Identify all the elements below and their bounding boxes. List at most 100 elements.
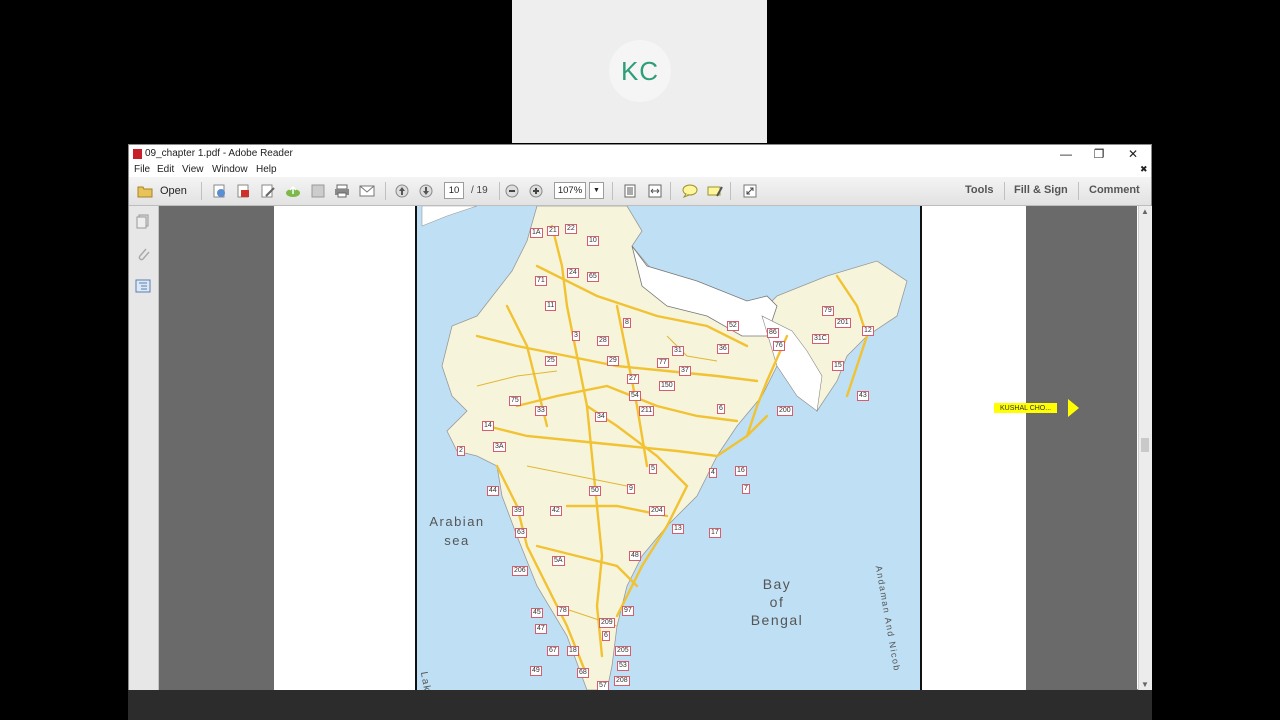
toolbar-divider (1078, 182, 1079, 200)
highway-number-label: 1A (530, 228, 543, 238)
highway-number-label: 24 (567, 268, 579, 278)
highway-number-label: 7 (742, 484, 750, 494)
page-thumbnails-icon[interactable] (136, 214, 150, 235)
scroll-down-chevron-icon[interactable]: ▼ (1141, 680, 1149, 689)
menu-window[interactable]: Window (212, 164, 248, 175)
highway-number-label: 65 (587, 272, 599, 282)
highway-number-label: 47 (535, 624, 547, 634)
pakistan-region (421, 206, 478, 227)
highway-number-label: 76 (773, 341, 785, 351)
highway-number-label: 27 (627, 374, 639, 384)
highway-number-label: 22 (565, 224, 577, 234)
highway-number-label: 53 (617, 661, 629, 671)
highway-number-label: 97 (622, 606, 634, 616)
zoom-level-input[interactable]: 107% (554, 182, 586, 199)
pdf-page: Arabian sea Bay of Bengal Lakshdw Andama… (274, 206, 1026, 690)
highway-number-label: 50 (589, 486, 601, 496)
highway-number-label: 49 (530, 666, 542, 676)
zoom-dropdown-chevron-down-icon[interactable]: ▼ (589, 182, 604, 199)
menu-view[interactable]: View (182, 164, 204, 175)
next-page-icon[interactable] (418, 183, 434, 199)
highway-number-label: 205 (615, 646, 631, 656)
create-pdf-icon[interactable] (211, 183, 227, 199)
map-label-sea: sea (444, 533, 470, 548)
comment-pane-link[interactable]: Comment (1089, 184, 1140, 196)
highway-number-label: 37 (679, 366, 691, 376)
bookmarks-icon[interactable] (135, 279, 151, 298)
highway-number-label: 39 (512, 506, 524, 516)
restore-button[interactable]: ❐ (1082, 145, 1116, 163)
highway-number-label: 75 (509, 396, 521, 406)
document-viewport[interactable]: Arabian sea Bay of Bengal Lakshdw Andama… (159, 206, 1137, 690)
highway-number-label: 79 (822, 306, 834, 316)
highlight-text-icon[interactable] (707, 183, 723, 199)
vertical-scrollbar[interactable]: ▲ ▼ (1138, 206, 1152, 690)
toolbar-divider (201, 182, 202, 200)
highway-number-label: 208 (614, 676, 630, 686)
highway-number-label: 48 (629, 551, 641, 561)
scrollbar-thumb[interactable] (1141, 438, 1149, 452)
highway-number-label: 13 (672, 524, 684, 534)
highway-number-label: 36 (717, 344, 729, 354)
highway-number-label: 3A (493, 442, 506, 452)
page-number-input[interactable]: 10 (444, 182, 464, 199)
remote-pointer-arrow-icon (1068, 399, 1079, 417)
zoom-in-icon[interactable] (528, 183, 544, 199)
pdf-app-icon (133, 149, 142, 159)
highway-number-label: 2 (457, 446, 465, 456)
menu-file[interactable]: File (134, 164, 150, 175)
toolbar: Open 10 / 19 107% ▼ Tools Fill & Sign Co… (129, 177, 1151, 206)
toolbar-divider (1004, 182, 1005, 200)
edit-pdf-icon[interactable] (260, 183, 276, 199)
highway-number-label: 31C (812, 334, 829, 344)
highway-number-label: 3 (572, 331, 580, 341)
cloud-upload-icon[interactable] (285, 183, 301, 199)
highway-number-label: 57 (597, 681, 609, 690)
tools-pane-link[interactable]: Tools (965, 184, 994, 196)
highway-number-label: 31 (672, 346, 684, 356)
highway-number-label: 34 (595, 412, 607, 422)
fit-width-icon[interactable] (647, 183, 663, 199)
title-bar: 09_chapter 1.pdf - Adobe Reader — ❐ ✕ (129, 145, 1151, 163)
menu-help[interactable]: Help (256, 164, 277, 175)
folder-icon[interactable] (137, 183, 153, 199)
reader-window: 09_chapter 1.pdf - Adobe Reader — ❐ ✕ Fi… (128, 144, 1152, 690)
highway-number-label: 4 (709, 468, 717, 478)
zoom-out-icon[interactable] (504, 183, 520, 199)
highway-number-label: 10 (587, 236, 599, 246)
highway-number-label: 63 (515, 528, 527, 538)
email-icon[interactable] (359, 183, 375, 199)
close-button[interactable]: ✕ (1116, 145, 1150, 163)
export-pdf-icon[interactable] (235, 183, 251, 199)
highway-number-label: 21 (547, 226, 559, 236)
attachments-paperclip-icon[interactable] (136, 246, 150, 267)
highway-number-label: 5A (552, 556, 565, 566)
highway-number-label: 209 (599, 618, 615, 628)
sticky-note-comment-icon[interactable] (682, 183, 698, 199)
menu-edit[interactable]: Edit (157, 164, 174, 175)
page-total: / 19 (471, 185, 488, 196)
previous-page-icon[interactable] (394, 183, 410, 199)
save-icon[interactable] (310, 183, 326, 199)
minimize-button[interactable]: — (1049, 145, 1083, 163)
highway-number-label: 86 (767, 328, 779, 338)
highway-number-label: 29 (607, 356, 619, 366)
highway-number-label: 33 (535, 406, 547, 416)
print-icon[interactable] (334, 183, 350, 199)
open-button-label[interactable]: Open (160, 185, 187, 197)
highway-number-label: 43 (857, 391, 869, 401)
toolbar-divider (499, 182, 500, 200)
highway-number-label: 211 (639, 406, 655, 416)
highway-number-label: 200 (777, 406, 793, 416)
highway-number-label: 8 (623, 318, 631, 328)
fill-sign-pane-link[interactable]: Fill & Sign (1014, 184, 1068, 196)
highway-number-label: 77 (657, 358, 669, 368)
fit-page-icon[interactable] (622, 183, 638, 199)
full-screen-icon[interactable] (742, 183, 758, 199)
toolbar-divider (670, 182, 671, 200)
close-document-icon[interactable]: ✖ (1140, 164, 1148, 175)
scroll-up-chevron-icon[interactable]: ▲ (1141, 207, 1149, 216)
meeting-bottom-bar (128, 690, 1152, 720)
map-label-bay: Bay (762, 576, 792, 592)
highway-number-label: 25 (545, 356, 557, 366)
